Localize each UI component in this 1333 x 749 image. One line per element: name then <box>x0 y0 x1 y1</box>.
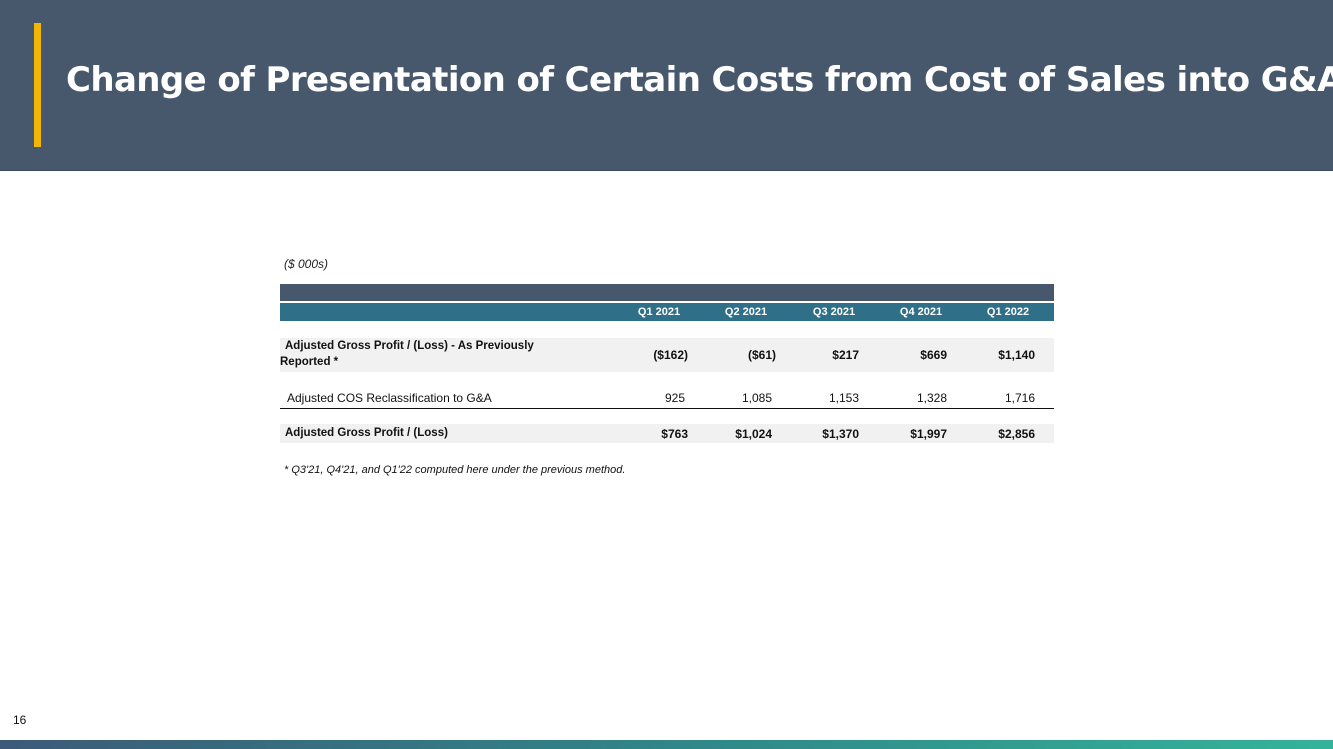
page-number: 16 <box>13 713 27 727</box>
row-label: Adjusted COS Reclassification to G&A <box>287 391 492 405</box>
table-cell: $763 <box>661 427 688 441</box>
units-label: ($ 000s) <box>284 257 329 271</box>
table-cell: $669 <box>920 348 947 362</box>
table-cell: 1,153 <box>828 391 859 405</box>
table-cell: 1,085 <box>741 391 772 405</box>
accent-bar <box>34 23 41 147</box>
table-cell: $1,997 <box>910 427 947 441</box>
row-label-line2: Reported * <box>280 356 339 368</box>
row-label: Adjusted Gross Profit / (Loss) <box>285 427 448 439</box>
financial-table: Q1 2021 Q2 2021 Q3 2021 Q4 2021 Q1 2022 … <box>280 284 1054 443</box>
table-row: Adjusted COS Reclassification to G&A 925… <box>280 388 1054 409</box>
column-header: Q2 2021 <box>724 306 768 318</box>
table-cell: $217 <box>832 348 859 362</box>
table-cell: ($162) <box>653 348 688 362</box>
table-cell: $1,140 <box>998 348 1035 362</box>
table-cell: $1,370 <box>822 427 859 441</box>
table-cell: 925 <box>664 391 685 405</box>
slide-header: Change of Presentation of Certain Costs … <box>0 0 1333 171</box>
table-footnote: * Q3'21, Q4'21, and Q1'22 computed here … <box>284 464 626 476</box>
table-top-band <box>280 284 1054 301</box>
slide-title: Change of Presentation of Certain Costs … <box>66 60 1333 100</box>
table-row: Adjusted Gross Profit / (Loss) - As Prev… <box>280 338 1054 372</box>
table-cell: $2,856 <box>998 427 1035 441</box>
table-cell: $1,024 <box>735 427 772 441</box>
footer-gradient-bar <box>0 740 1333 749</box>
column-header: Q3 2021 <box>812 306 856 318</box>
table-header-row: Q1 2021 Q2 2021 Q3 2021 Q4 2021 Q1 2022 <box>280 303 1054 321</box>
table-cell: ($61) <box>747 348 776 362</box>
column-header: Q4 2021 <box>899 306 943 318</box>
table-row: Adjusted Gross Profit / (Loss) $763 $1,0… <box>280 424 1054 443</box>
table-cell: 1,328 <box>916 391 947 405</box>
table-cell: 1,716 <box>1004 391 1035 405</box>
column-header: Q1 2021 <box>637 306 681 318</box>
row-label-line1: Adjusted Gross Profit / (Loss) - As Prev… <box>285 340 534 352</box>
column-header: Q1 2022 <box>986 306 1030 318</box>
